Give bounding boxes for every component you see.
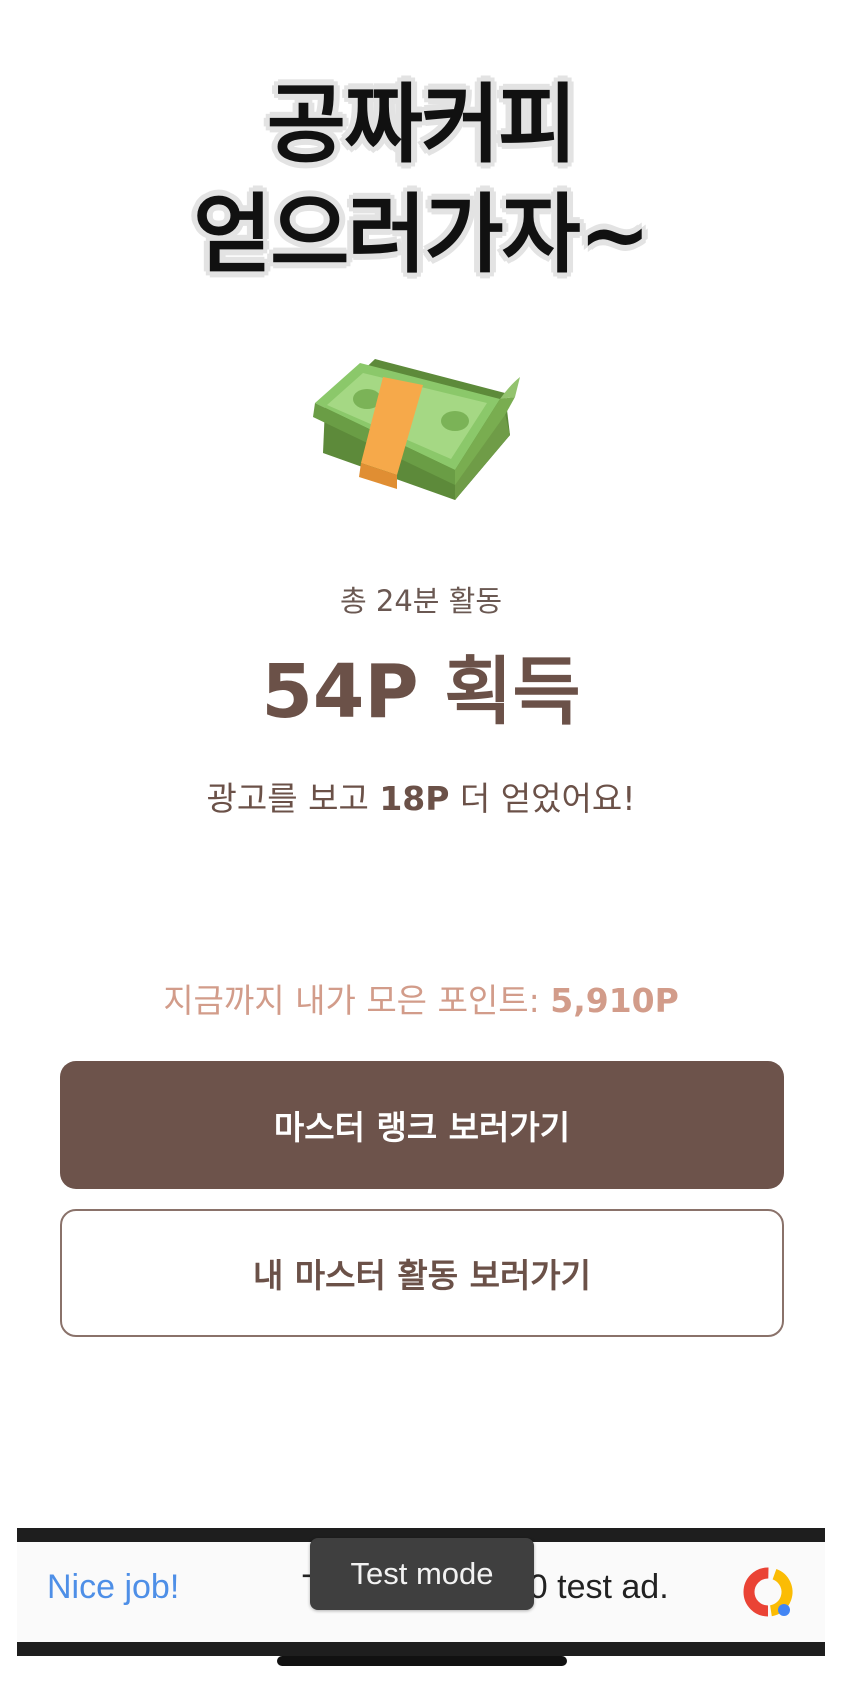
headline-line-2: 얻으러가자~ [193,185,651,285]
ad-nice-job-text: Nice job! [47,1568,180,1606]
headline: 공짜커피 얻으러가자~ [0,70,842,290]
home-indicator[interactable] [277,1656,567,1666]
total-activity-time: 총 24분 활동 [339,584,503,618]
total-points: 지금까지 내가 모은 포인트: 5,910P [0,974,842,1022]
ad-bonus-points: 18P [379,779,450,818]
money-stack-icon [313,359,520,500]
ad-bonus-suffix: 더 얻었어요! [449,779,636,818]
master-rank-button[interactable]: 마스터 랭크 보러가기 [60,1061,784,1189]
points-earned: 54P 획득 [261,649,581,735]
google-ads-icon [743,1567,793,1617]
total-points-label: 지금까지 내가 모은 포인트: [163,981,551,1020]
test-mode-badge: Test mode [310,1538,534,1610]
headline-line-1: 공짜커피 [266,75,577,175]
my-master-activity-button[interactable]: 내 마스터 활동 보러가기 [60,1209,784,1337]
total-points-value: 5,910P [550,981,679,1020]
ad-bonus-message: 광고를 보고 18P 더 얻었어요! [0,772,842,820]
ad-body-text-end: 0 test ad. [528,1568,669,1606]
ad-bonus-prefix: 광고를 보고 [206,779,380,818]
